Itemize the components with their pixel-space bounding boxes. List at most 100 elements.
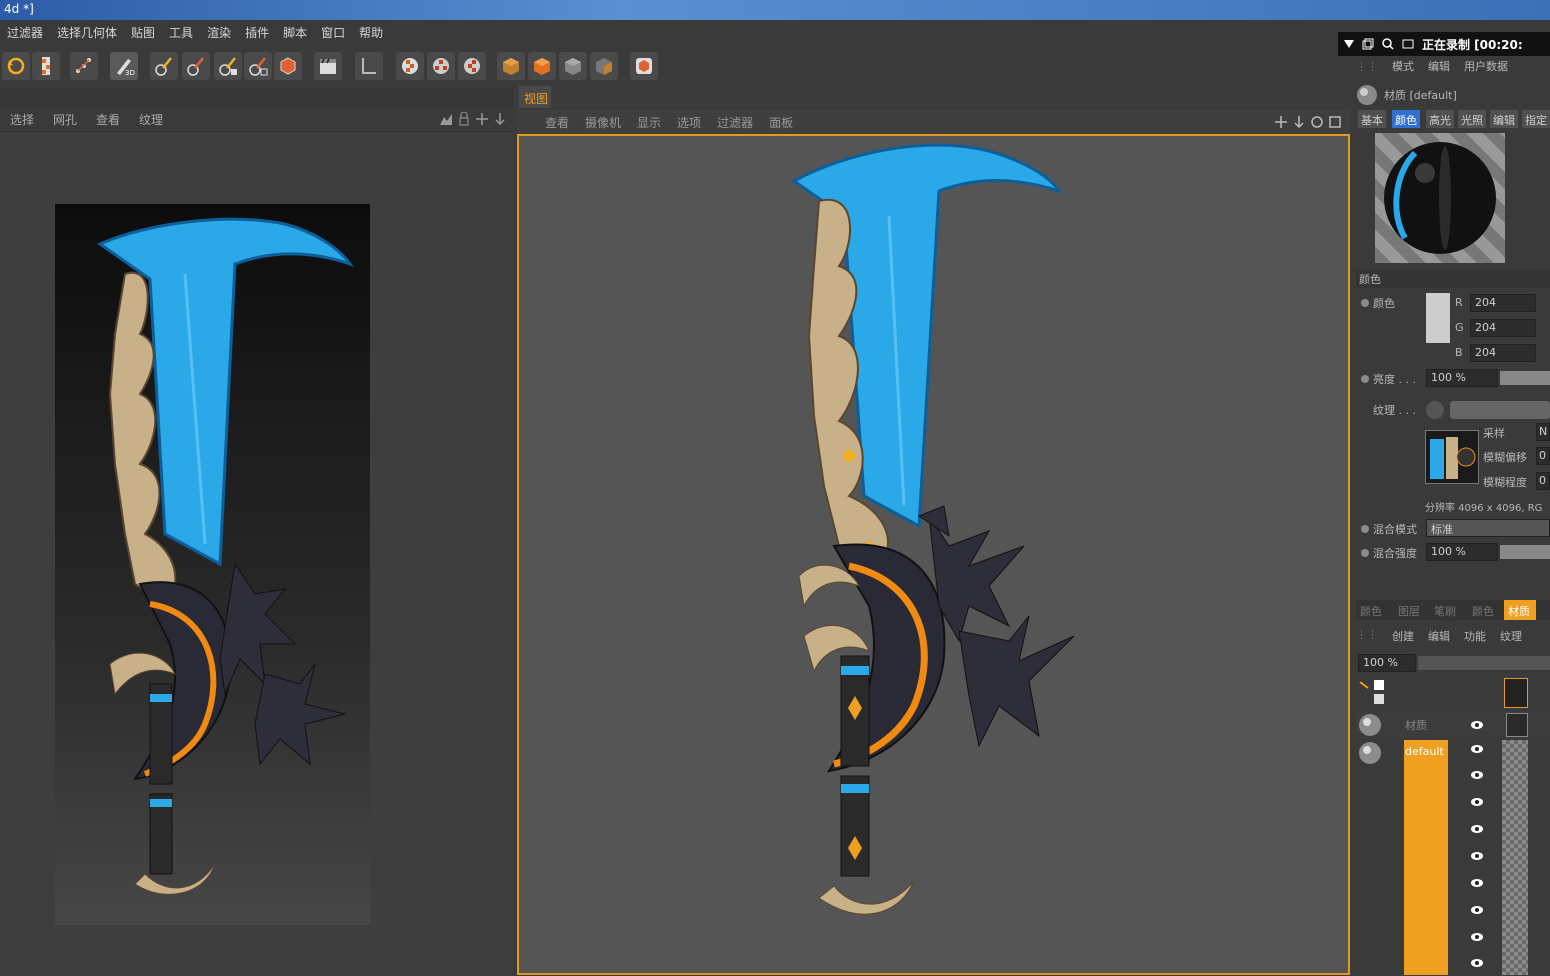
points-tool-button[interactable]	[70, 52, 98, 80]
attr-menu-edit[interactable]: 编辑	[1428, 58, 1450, 74]
paint-3d-button[interactable]: 3D	[110, 52, 138, 80]
layer-tab-color[interactable]: 颜色	[1360, 603, 1382, 619]
color-anim-dot[interactable]	[1361, 299, 1369, 307]
vp-menu-camera[interactable]: 摄像机	[585, 114, 621, 131]
paint-tool-3-button[interactable]	[214, 52, 242, 80]
lock-icon[interactable]	[457, 112, 471, 126]
layers-header-thumb[interactable]	[1504, 678, 1528, 708]
eye-icon[interactable]	[1470, 958, 1484, 968]
tex-mode-1-button[interactable]	[396, 52, 424, 80]
blend-strength-anim-dot[interactable]	[1361, 549, 1369, 557]
tex-mode-2-button[interactable]	[427, 52, 455, 80]
layers-zoom-slider[interactable]	[1418, 656, 1550, 670]
b-field[interactable]: 204	[1470, 344, 1536, 362]
pan-icon[interactable]	[1274, 115, 1288, 129]
eye-icon[interactable]	[1470, 770, 1484, 780]
undo-button[interactable]	[2, 52, 30, 80]
blend-mode-select[interactable]: 标准	[1426, 519, 1550, 537]
paint-tool-4-button[interactable]	[244, 52, 272, 80]
tab-editor[interactable]: 编辑	[1490, 110, 1518, 128]
paint-tool-1-button[interactable]	[150, 52, 178, 80]
r-field[interactable]: 204	[1470, 294, 1536, 312]
layer-tab-material[interactable]: 材质	[1508, 603, 1530, 619]
histogram-icon[interactable]	[439, 112, 453, 126]
blend-mode-anim-dot[interactable]	[1361, 525, 1369, 533]
texture-thumbnail[interactable]	[1425, 430, 1479, 484]
vp-menu-filter[interactable]: 过滤器	[717, 114, 753, 131]
tab-color[interactable]: 颜色	[1392, 110, 1420, 128]
zoom-arrow-icon[interactable]	[1292, 115, 1306, 129]
blend-strength-slider[interactable]	[1500, 545, 1550, 559]
layers-menu-texture[interactable]: 纹理	[1500, 628, 1522, 644]
brightness-field[interactable]: 100 %	[1426, 369, 1498, 387]
layout-button[interactable]	[355, 52, 383, 80]
vp-menu-options[interactable]: 选项	[677, 114, 701, 131]
eye-icon[interactable]	[1470, 851, 1484, 861]
arrow-down-icon[interactable]	[493, 112, 507, 126]
material-row-0-thumb[interactable]	[1506, 713, 1528, 737]
paint-tool-2-button[interactable]	[182, 52, 210, 80]
maximize-icon[interactable]	[1328, 115, 1342, 129]
eye-icon[interactable]	[1470, 744, 1484, 754]
texture-toggle-button[interactable]	[1426, 401, 1444, 419]
screen-icon[interactable]	[1402, 38, 1414, 50]
vp-menu-panel[interactable]: 面板	[769, 114, 793, 131]
eye-icon[interactable]	[1470, 932, 1484, 942]
blur-offset-field[interactable]: 0	[1536, 447, 1550, 465]
brightness-slider[interactable]	[1500, 371, 1550, 385]
rotate-icon[interactable]	[1310, 115, 1324, 129]
material-button[interactable]	[630, 52, 658, 80]
brightness-anim-dot[interactable]	[1361, 375, 1369, 383]
layers-zoom-field[interactable]: 100 %	[1358, 654, 1416, 672]
menu-texture[interactable]: 贴图	[131, 24, 155, 41]
menu-tools[interactable]: 工具	[169, 24, 193, 41]
tex-mode-3-button[interactable]	[458, 52, 486, 80]
move-icon[interactable]	[475, 112, 489, 126]
cube-2-button[interactable]	[528, 52, 556, 80]
vp-menu-display[interactable]: 显示	[637, 114, 661, 131]
tab-specular[interactable]: 高光	[1426, 110, 1454, 128]
blur-scale-field[interactable]: 0	[1536, 472, 1550, 490]
3d-viewport[interactable]	[517, 134, 1350, 975]
menu-script[interactable]: 脚本	[283, 24, 307, 41]
checker-tool-button[interactable]	[32, 52, 60, 80]
menu-select-geometry[interactable]: 选择几何体	[57, 24, 117, 41]
blend-strength-field[interactable]: 100 %	[1426, 543, 1498, 561]
menu-help[interactable]: 帮助	[359, 24, 383, 41]
dropdown-arrow-icon[interactable]	[1344, 40, 1354, 48]
search-icon[interactable]	[1382, 38, 1394, 50]
attr-menu-mode[interactable]: 模式	[1392, 58, 1414, 74]
layer-tab-layers[interactable]: 图层	[1398, 603, 1420, 619]
layers-menu-create[interactable]: 创建	[1392, 628, 1414, 644]
fill-tool-button[interactable]	[274, 52, 302, 80]
texture-dropdown[interactable]	[1450, 401, 1550, 419]
eye-icon[interactable]	[1470, 720, 1484, 730]
layers-menu-function[interactable]: 功能	[1464, 628, 1486, 644]
menu-render[interactable]: 渲染	[207, 24, 231, 41]
eye-icon[interactable]	[1470, 797, 1484, 807]
tab-illumination[interactable]: 光照	[1458, 110, 1486, 128]
color-swatch[interactable]	[1426, 293, 1450, 343]
left-menu-view[interactable]: 查看	[96, 111, 120, 128]
tab-assign[interactable]: 指定	[1522, 110, 1550, 128]
tab-viewport[interactable]: 视图	[519, 86, 551, 108]
g-field[interactable]: 204	[1470, 319, 1536, 337]
left-menu-mesh[interactable]: 网孔	[53, 111, 77, 128]
material-row-0[interactable]: 材质	[1356, 712, 1550, 738]
render-button[interactable]	[314, 52, 342, 80]
layer-tab-brush[interactable]: 笔刷	[1434, 603, 1456, 619]
cube-1-button[interactable]	[497, 52, 525, 80]
layer-tab-color-2[interactable]: 颜色	[1472, 603, 1494, 619]
cube-3-button[interactable]	[559, 52, 587, 80]
eye-icon[interactable]	[1470, 878, 1484, 888]
tab-basic[interactable]: 基本	[1358, 110, 1386, 128]
menu-filter[interactable]: 过滤器	[7, 24, 43, 41]
attr-menu-userdata[interactable]: 用户数据	[1464, 58, 1508, 74]
window-restore-icon[interactable]	[1362, 38, 1374, 50]
eye-icon[interactable]	[1470, 824, 1484, 834]
layers-menu-edit[interactable]: 编辑	[1428, 628, 1450, 644]
menu-plugins[interactable]: 插件	[245, 24, 269, 41]
left-menu-texture[interactable]: 纹理	[139, 111, 163, 128]
menu-window[interactable]: 窗口	[321, 24, 345, 41]
sampling-field[interactable]: N	[1536, 423, 1550, 441]
